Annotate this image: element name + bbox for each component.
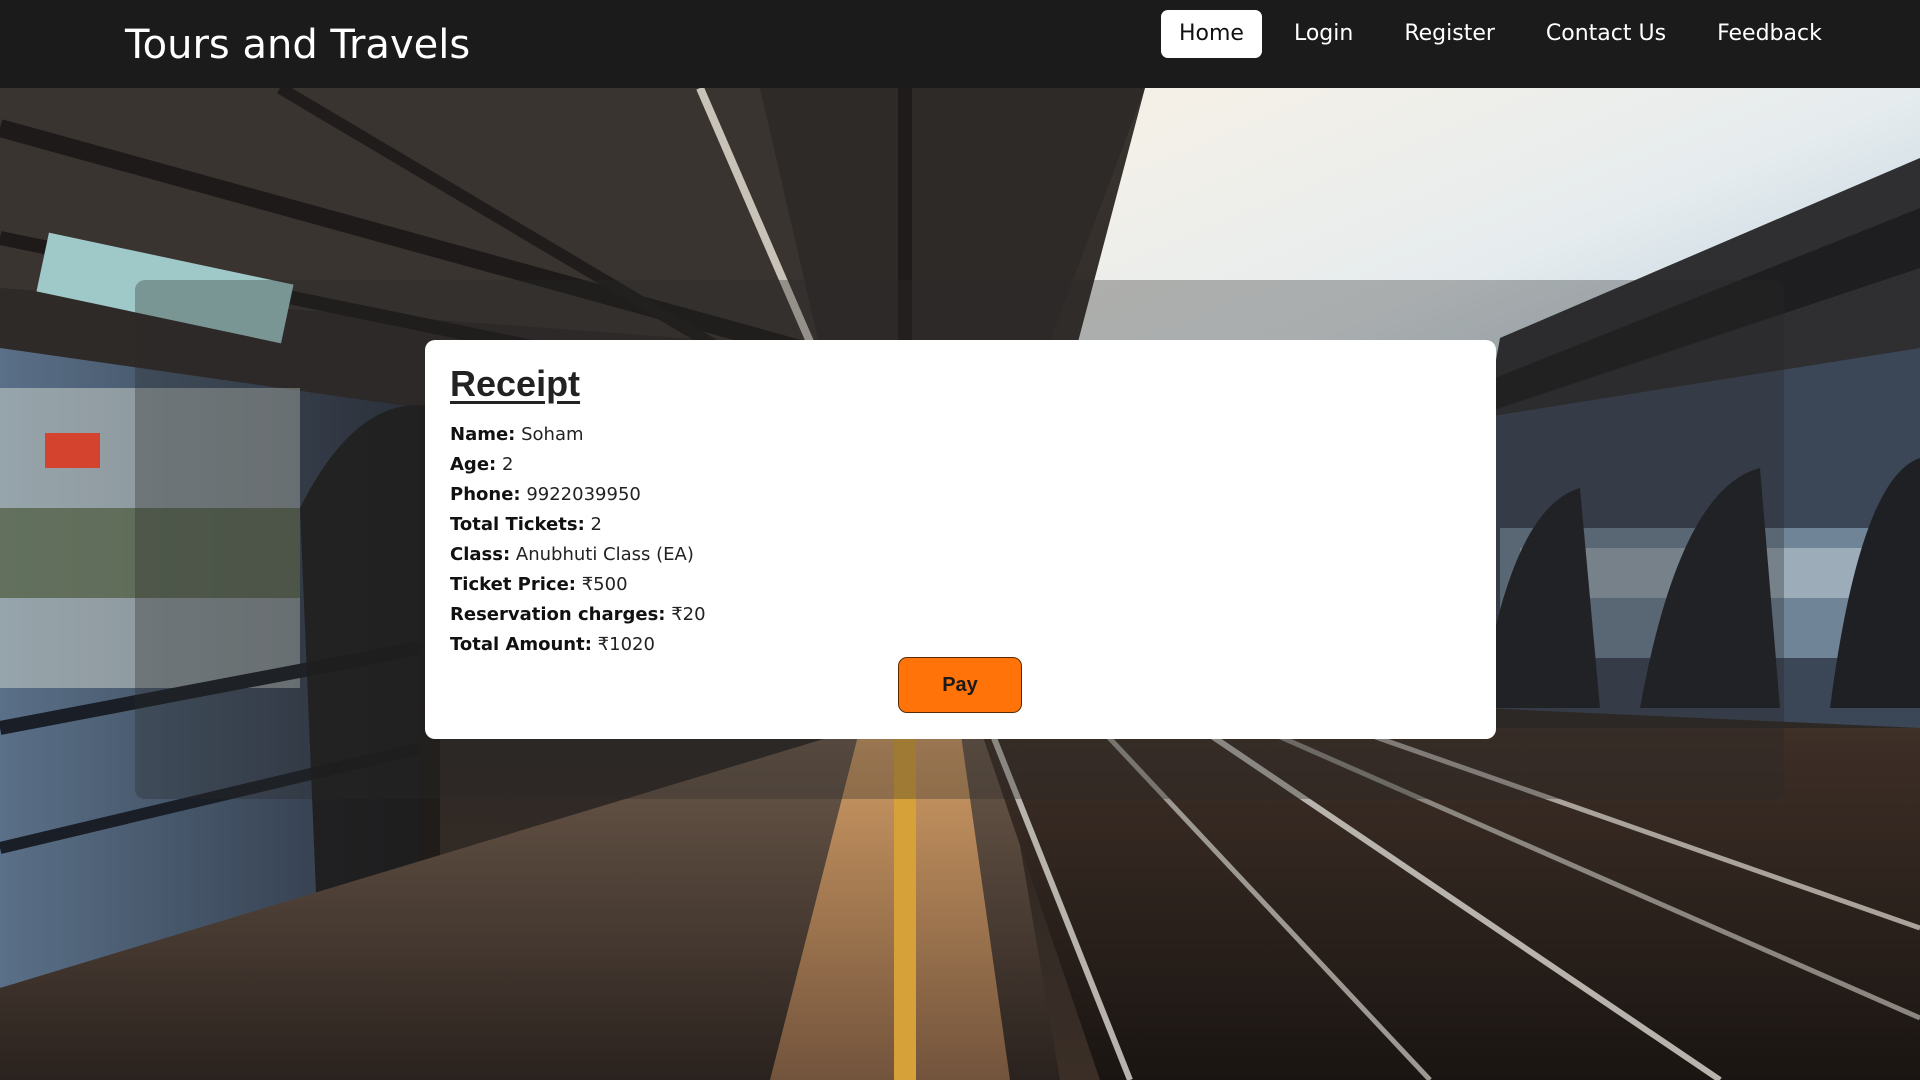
row-value: Soham (521, 424, 584, 445)
receipt-row-total-amount: Total Amount: ₹1020 (450, 630, 1471, 660)
nav-contact-us[interactable]: Contact Us (1526, 10, 1686, 58)
receipt-row-phone: Phone: 9922039950 (450, 480, 1471, 510)
row-label: Phone: (450, 484, 521, 505)
pay-button[interactable]: Pay (898, 657, 1022, 713)
row-label: Ticket Price: (450, 574, 576, 595)
row-value: Anubhuti Class (EA) (515, 544, 694, 565)
receipt-row-reservation-charges: Reservation charges: ₹20 (450, 600, 1471, 630)
row-label: Reservation charges: (450, 604, 666, 625)
nav-menu: Home Login Register Contact Us Feedback (1161, 10, 1853, 58)
row-label: Class: (450, 544, 511, 565)
row-label: Name: (450, 424, 516, 445)
row-label: Total Amount: (450, 634, 592, 655)
top-navbar: Tours and Travels Home Login Register Co… (0, 0, 1920, 88)
row-value: 2 (501, 454, 514, 475)
receipt-title: Receipt (450, 363, 581, 404)
row-value: 9922039950 (526, 484, 641, 505)
row-value: ₹500 (581, 574, 628, 595)
site-brand[interactable]: Tours and Travels (125, 18, 470, 72)
receipt-row-name: Name: Soham (450, 420, 1471, 450)
row-value: ₹1020 (597, 634, 655, 655)
receipt-row-age: Age: 2 (450, 450, 1471, 480)
receipt-row-class: Class: Anubhuti Class (EA) (450, 540, 1471, 570)
nav-login[interactable]: Login (1274, 10, 1373, 58)
row-value: 2 (590, 514, 602, 535)
nav-feedback[interactable]: Feedback (1697, 10, 1842, 58)
row-label: Age: (450, 454, 497, 475)
receipt-row-ticket-price: Ticket Price: ₹500 (450, 570, 1471, 600)
nav-home[interactable]: Home (1161, 10, 1262, 58)
receipt-card: Receipt Name: Soham Age: 2 Phone: 992203… (425, 340, 1496, 739)
row-label: Total Tickets: (450, 514, 585, 535)
row-value: ₹20 (671, 604, 706, 625)
receipt-row-total-tickets: Total Tickets: 2 (450, 510, 1471, 540)
nav-register[interactable]: Register (1384, 10, 1515, 58)
